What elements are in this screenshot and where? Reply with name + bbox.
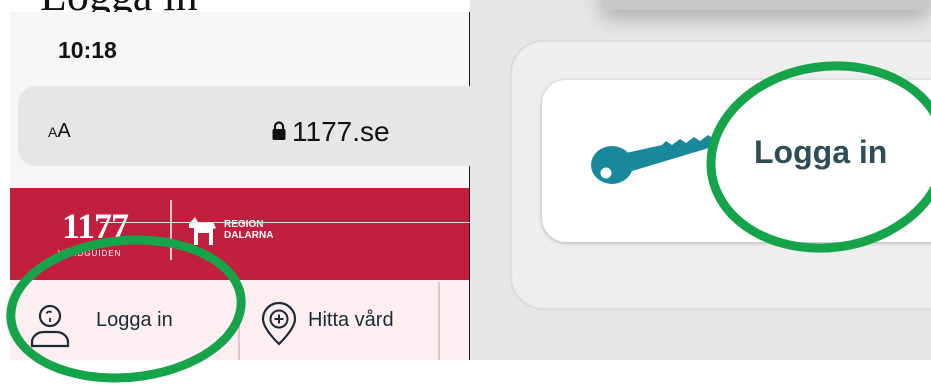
status-bar-time: 10:18 — [58, 37, 117, 63]
url-text[interactable]: 1177.se — [292, 116, 390, 148]
text-size-button[interactable]: AAAA — [48, 120, 71, 143]
find-care-nav-label[interactable]: Hitta vård — [308, 309, 394, 332]
key-icon — [591, 135, 714, 184]
location-plus-icon[interactable] — [258, 302, 300, 346]
dala-horse-icon — [189, 217, 216, 245]
lock-icon — [272, 121, 286, 140]
region-line-1: REGION — [224, 219, 264, 230]
region-line-2: DALARNA — [224, 230, 274, 241]
browser-address-bar[interactable] — [18, 86, 488, 166]
zoom-shadow — [600, 0, 930, 10]
nav-divider — [438, 282, 440, 360]
card-divider — [100, 222, 500, 223]
